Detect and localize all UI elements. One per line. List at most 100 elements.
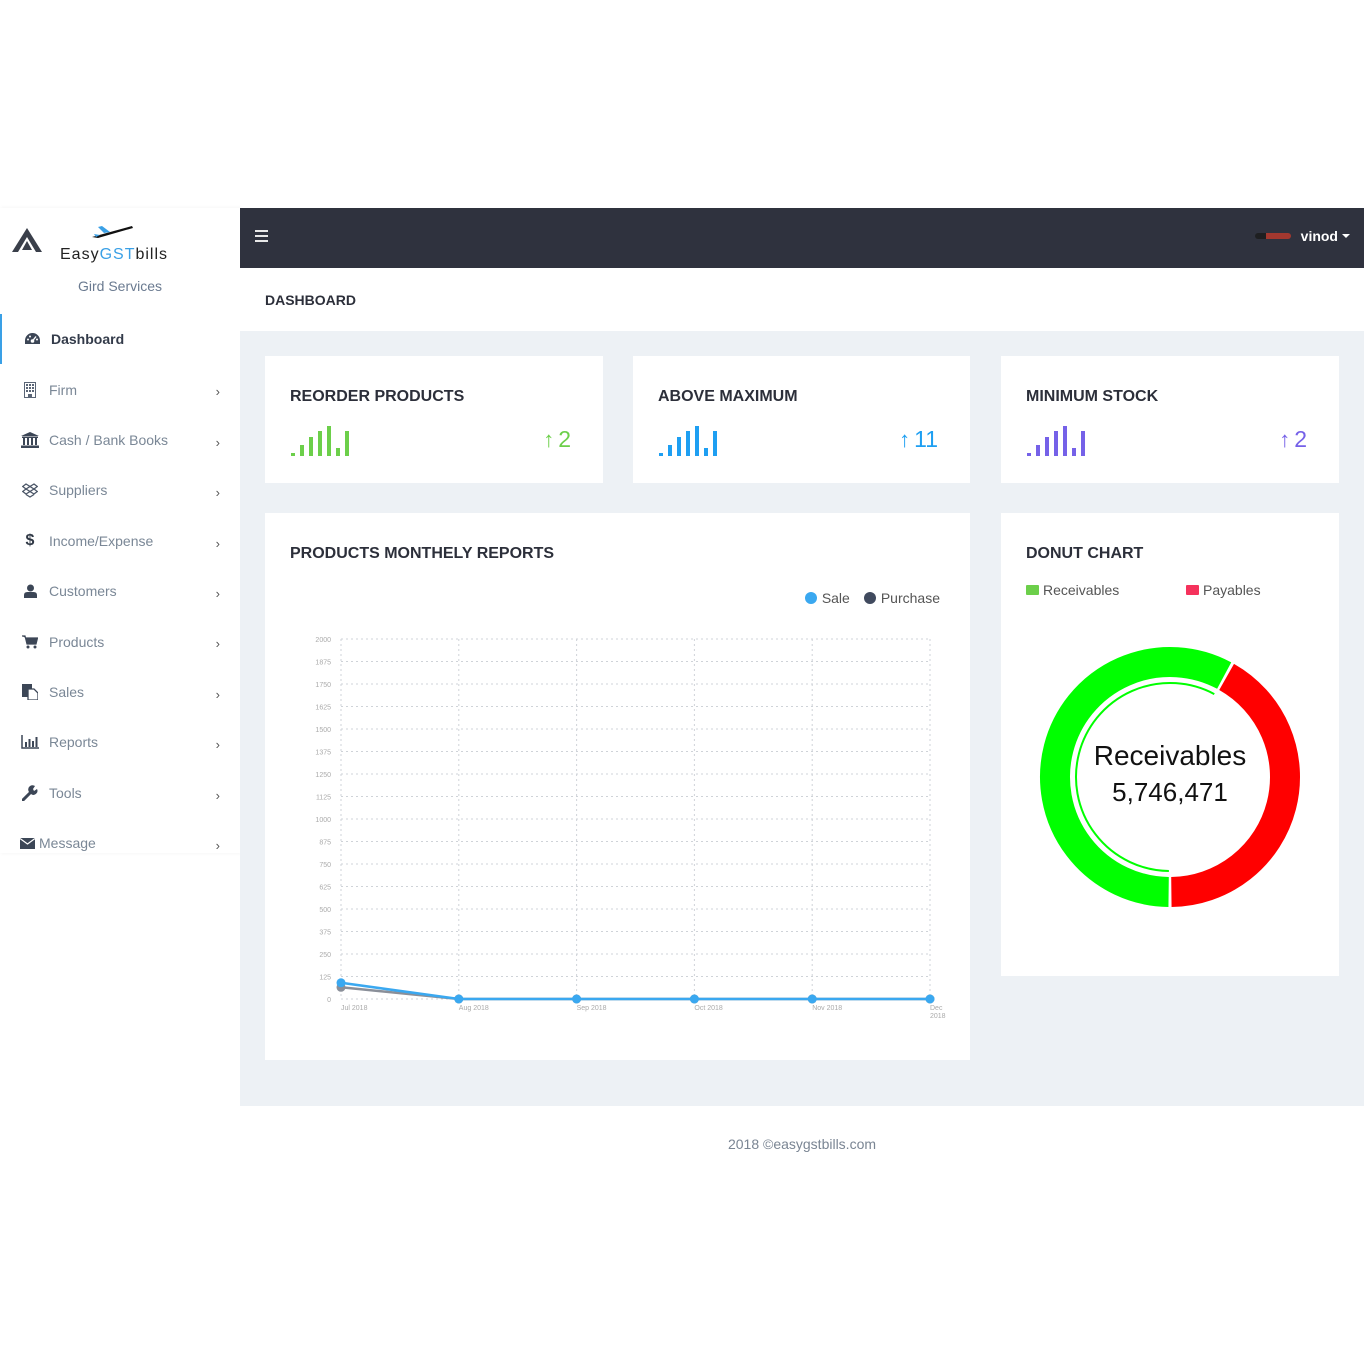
- firm-name: Gird Services: [77, 278, 163, 294]
- sidebar-item-label: Customers: [49, 583, 117, 600]
- sidebar-item-products[interactable]: Products ›: [0, 616, 240, 666]
- sidebar-item-label: Suppliers: [49, 482, 108, 499]
- sidebar-item-label: Products: [49, 633, 105, 650]
- main-content: REORDER PRODUCTS ↑ 2 ABOVE MAXIMUM ↑ 11 MI…: [240, 331, 1364, 1106]
- chevron-right-icon: ›: [215, 737, 220, 753]
- x-tick-label: Sep 2018: [577, 1005, 607, 1012]
- bar-chart-icon: [20, 734, 40, 750]
- sparkline: [291, 426, 354, 456]
- stat-number: 2: [558, 426, 571, 452]
- sidebar-item-label: Sales: [49, 683, 85, 700]
- sparkline-bar: [291, 453, 295, 456]
- sparkline-bar: [1081, 431, 1085, 456]
- page-title: DASHBOARD: [265, 292, 356, 308]
- sparkline-bar: [695, 426, 699, 456]
- folder-icon: [1186, 585, 1199, 595]
- sparkline-bar: [318, 431, 322, 456]
- chevron-right-icon: ›: [215, 485, 220, 501]
- sidebar-item-sales[interactable]: Sales ›: [0, 667, 240, 717]
- wrench-icon: [20, 784, 40, 801]
- data-point-sale: [572, 994, 582, 1004]
- sidebar-item-customers[interactable]: Customers ›: [0, 566, 240, 616]
- sidebar-item-label: Reports: [49, 734, 99, 751]
- chevron-right-icon: ›: [215, 384, 220, 400]
- sparkline-bar: [336, 447, 340, 456]
- series-line-purchase: [340, 986, 930, 1001]
- sidebar-item-suppliers[interactable]: Suppliers ›: [0, 465, 240, 515]
- sidebar: EasyGSTbills Gird Services Dashboard Fir…: [0, 208, 240, 853]
- sidebar-menu: Dashboard Firm › Cash / Bank Books › Sup…: [0, 314, 240, 868]
- sparkline-bar: [1072, 447, 1076, 456]
- x-tick-label: Jul 2018: [341, 1005, 368, 1012]
- building-icon: [20, 381, 40, 398]
- x-tick-label: Oct 2018: [694, 1005, 723, 1012]
- donut-center-value: 5,746,471: [1112, 777, 1228, 807]
- sparkline-bar: [713, 431, 717, 456]
- sidebar-item-tools[interactable]: Tools ›: [0, 768, 240, 818]
- sparkline-bar: [677, 436, 681, 456]
- sidebar-item-label: Dashboard: [51, 331, 125, 348]
- stat-title: ABOVE MAXIMUM: [658, 388, 798, 405]
- y-tick-label: 1375: [315, 750, 331, 757]
- plane-icon: [92, 226, 133, 238]
- sparkline-bar: [659, 453, 663, 456]
- y-tick-label: 625: [319, 885, 331, 892]
- chevron-right-icon: ›: [215, 434, 220, 450]
- y-tick-label: 1500: [315, 727, 331, 734]
- sidebar-item-label: Cash / Bank Books: [49, 431, 169, 448]
- line-chart: 0 125 250 375 500 625 750 875 1000 1125 1250 1375 15…: [315, 637, 946, 1020]
- sparkline-bar: [686, 431, 690, 456]
- y-tick-label: 1625: [315, 705, 331, 712]
- sidebar-item-dashboard[interactable]: Dashboard: [0, 314, 240, 365]
- legend-item-receivables[interactable]: Receivables: [1026, 582, 1186, 598]
- dropbox-icon: [20, 482, 40, 498]
- hamburger-menu-icon[interactable]: [255, 230, 268, 242]
- stat-card-above-maximum[interactable]: ABOVE MAXIMUM ↑ 11: [633, 356, 970, 483]
- sidebar-item-message[interactable]: Message ›: [0, 818, 240, 868]
- legend-label: Receivables: [1043, 582, 1120, 598]
- chevron-right-icon: ›: [215, 686, 220, 702]
- y-tick-label: 1875: [315, 660, 331, 667]
- donut-chart-card: DONUT CHART Receivables Payables Receiva…: [1001, 513, 1339, 976]
- y-tick-label: 1000: [315, 817, 331, 824]
- cart-icon: [20, 634, 40, 650]
- user-menu[interactable]: vinod: [1254, 228, 1350, 244]
- y-tick-label: 1250: [315, 772, 331, 779]
- sidebar-item-income-expense[interactable]: $ Income/Expense ›: [0, 516, 240, 566]
- sparkline-bar: [309, 436, 313, 456]
- sidebar-item-firm[interactable]: Firm ›: [0, 364, 240, 414]
- sidebar-item-cash-bank-books[interactable]: Cash / Bank Books ›: [0, 415, 240, 465]
- y-tick-label: 1125: [316, 795, 331, 802]
- stat-number: 2: [1294, 426, 1307, 452]
- logo-mark-icon: [12, 228, 42, 252]
- page-header: DASHBOARD: [240, 268, 1364, 331]
- sidebar-item-label: Tools: [49, 784, 82, 801]
- data-point-sale: [925, 994, 935, 1004]
- stat-card-reorder-products[interactable]: REORDER PRODUCTS ↑ 2: [265, 356, 603, 483]
- y-tick-label: 750: [319, 862, 331, 869]
- brand-logo[interactable]: EasyGSTbills: [8, 220, 238, 270]
- x-tick-label: 2018: [930, 1013, 946, 1020]
- card-title: DONUT CHART: [1026, 545, 1144, 562]
- stat-title: REORDER PRODUCTS: [290, 388, 465, 405]
- x-tick-label: Nov 2018: [812, 1005, 842, 1012]
- sidebar-item-label: Message: [39, 835, 96, 852]
- y-tick-label: 250: [319, 952, 331, 959]
- bank-icon: [20, 431, 40, 448]
- stat-number: 11: [914, 426, 938, 452]
- data-point-sale: [454, 994, 464, 1004]
- chevron-right-icon: ›: [215, 535, 220, 551]
- chevron-right-icon: ›: [215, 837, 220, 853]
- stat-value: ↑ 2: [1279, 426, 1307, 453]
- chevron-right-icon: ›: [215, 636, 220, 652]
- footer-copyright: 2018 ©easygstbills.com: [727, 1136, 877, 1152]
- chevron-right-icon: ›: [215, 585, 220, 601]
- sparkline-bar: [704, 447, 708, 456]
- legend-item-payables[interactable]: Payables: [1186, 582, 1261, 598]
- sparkline-bar: [1036, 445, 1040, 456]
- y-tick-label: 375: [319, 930, 331, 937]
- brand-name: EasyGSTbills: [60, 246, 169, 263]
- sidebar-item-reports[interactable]: Reports ›: [0, 717, 240, 767]
- donut-legend: Receivables Payables: [1026, 582, 1261, 598]
- stat-card-minimum-stock[interactable]: MINIMUM STOCK ↑ 2: [1001, 356, 1339, 483]
